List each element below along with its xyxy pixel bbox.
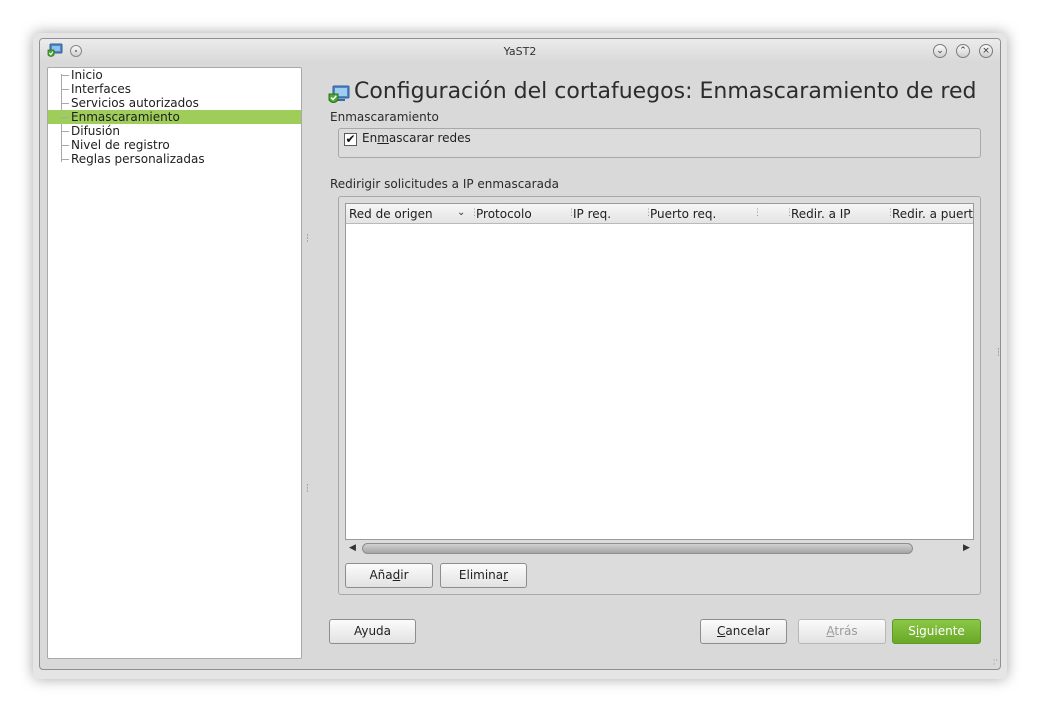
redirect-table[interactable]: Red de origen ⌄ ⋮ Protocolo ⋮ IP req. ⋮ … <box>345 203 974 540</box>
mnemonic-letter: m <box>377 131 389 145</box>
firewall-icon <box>328 85 350 103</box>
yast-window: YaST2 ⌄ ⌃ × Inicio Interfaces Servicios … <box>39 38 1001 670</box>
horizontal-scrollbar[interactable]: ◀ ▶ <box>345 541 974 555</box>
tree-item-label: Inicio <box>71 68 103 82</box>
back-button[interactable]: Atrás <box>798 619 886 644</box>
page-title: Configuración del cortafuegos: Enmascara… <box>354 79 977 104</box>
splitter-handle[interactable]: · · · <box>306 232 309 247</box>
scroll-right-icon[interactable]: ▶ <box>963 541 970 555</box>
tree-item-servicios-autorizados[interactable]: Servicios autorizados <box>48 96 301 110</box>
label-part: ascarar redes <box>388 131 471 145</box>
splitter-handle[interactable]: · · · <box>306 482 309 497</box>
table-header: Red de origen ⌄ ⋮ Protocolo ⋮ IP req. ⋮ … <box>346 204 973 224</box>
tree-item-label: Reglas personalizadas <box>71 152 205 166</box>
column-header-ip-req[interactable]: IP req. <box>573 207 611 221</box>
column-header-redir-a-puerto[interactable]: Redir. a puert <box>892 207 973 221</box>
column-header-redir-a-ip[interactable]: Redir. a IP <box>791 207 851 221</box>
splitter-handle[interactable]: · · · <box>997 346 1000 361</box>
tree-item-inicio[interactable]: Inicio <box>48 68 301 82</box>
label-part: ancelar <box>725 624 770 638</box>
resize-grip[interactable]: ·· · <box>993 657 998 669</box>
tree-item-label: Nivel de registro <box>71 138 170 152</box>
minimize-button[interactable]: ⌄ <box>933 44 947 58</box>
tree-item-label: Difusión <box>71 124 120 138</box>
label-part: ir <box>400 568 409 582</box>
column-header-red-de-origen[interactable]: Red de origen <box>349 207 433 221</box>
redirect-section-label: Redirigir solicitudes a IP enmascarada <box>330 177 559 191</box>
close-icon: × <box>982 46 990 56</box>
tree-item-label: Interfaces <box>71 82 131 96</box>
tree-connector <box>61 131 69 132</box>
tree-item-nivel-de-registro[interactable]: Nivel de registro <box>48 138 301 152</box>
label-part: En <box>362 131 378 145</box>
maximize-button[interactable]: ⌃ <box>956 44 970 58</box>
next-button[interactable]: Siguiente <box>892 619 981 644</box>
tree-item-reglas-personalizadas[interactable]: Reglas personalizadas <box>48 152 301 166</box>
label-part: trás <box>834 624 858 638</box>
tree-item-label: Enmascaramiento <box>71 110 180 124</box>
tree-connector <box>61 89 69 90</box>
label-part: Elimina <box>458 568 504 582</box>
titlebar[interactable]: YaST2 ⌄ ⌃ × <box>40 39 1000 63</box>
tree-connector <box>61 159 69 160</box>
chevron-up-icon: ⌃ <box>959 46 967 56</box>
sort-down-icon: ⌄ <box>457 207 466 218</box>
column-header-puerto-req[interactable]: Puerto req. <box>650 207 716 221</box>
chevron-down-icon: ⌄ <box>936 46 944 56</box>
mnemonic-letter: r <box>503 568 509 582</box>
masquerade-group: ✔ Enmascarar redes <box>338 128 981 158</box>
label-part: guiente <box>919 624 965 638</box>
tree-connector <box>61 103 69 104</box>
delete-button[interactable]: Eliminar <box>440 563 527 588</box>
step-tree[interactable]: Inicio Interfaces Servicios autorizados … <box>47 67 302 659</box>
add-button[interactable]: Añadir <box>345 563 433 588</box>
column-separator[interactable]: ⋮ <box>753 209 762 218</box>
tree-item-label: Servicios autorizados <box>71 96 199 110</box>
label-part: S <box>908 624 916 638</box>
help-button[interactable]: Ayuda <box>329 619 416 644</box>
tree-item-difusion[interactable]: Difusión <box>48 124 301 138</box>
scroll-left-icon[interactable]: ◀ <box>349 541 356 555</box>
redirect-group: Red de origen ⌄ ⋮ Protocolo ⋮ IP req. ⋮ … <box>338 196 981 595</box>
label-part: Aña <box>369 568 393 582</box>
tree-item-enmascaramiento[interactable]: Enmascaramiento <box>48 110 301 124</box>
cancel-button[interactable]: Cancelar <box>700 619 787 644</box>
masquerade-checkbox-label[interactable]: Enmascarar redes <box>362 131 471 145</box>
tree-item-interfaces[interactable]: Interfaces <box>48 82 301 96</box>
column-header-protocolo[interactable]: Protocolo <box>476 207 532 221</box>
masquerade-section-label: Enmascaramiento <box>330 110 439 124</box>
masquerade-checkbox[interactable]: ✔ <box>344 133 357 146</box>
scrollbar-thumb[interactable] <box>362 543 913 554</box>
tree-connector <box>61 145 69 146</box>
tree-connector <box>61 117 69 118</box>
close-button[interactable]: × <box>979 44 993 58</box>
tree-connector <box>61 75 69 76</box>
window-title: YaST2 <box>503 45 537 58</box>
